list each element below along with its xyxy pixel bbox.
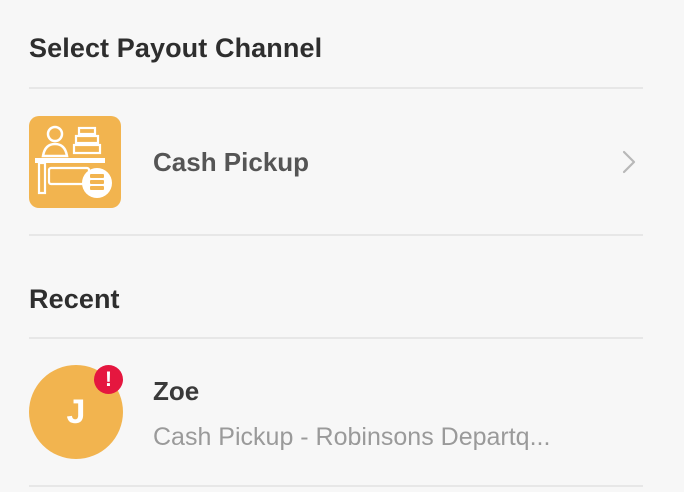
payout-channel-screen: Select Payout Channel Cash Pickup Recent… bbox=[0, 0, 684, 492]
payout-channel-item-cash-pickup[interactable]: Cash Pickup bbox=[0, 89, 684, 234]
recent-recipient-item[interactable]: J ! Zoe Cash Pickup - Robinsons Departq.… bbox=[0, 339, 684, 485]
recipient-name: Zoe bbox=[153, 376, 200, 406]
section-title-payout-channel: Select Payout Channel bbox=[29, 33, 323, 63]
alert-icon: ! bbox=[94, 365, 123, 394]
channel-label: Cash Pickup bbox=[153, 147, 310, 177]
section-title-recent: Recent bbox=[29, 284, 120, 314]
divider bbox=[29, 485, 643, 487]
cash-pickup-icon bbox=[29, 116, 121, 208]
chevron-right-icon bbox=[622, 150, 636, 174]
divider bbox=[29, 234, 643, 236]
recipient-payout-detail: Cash Pickup - Robinsons Departq... bbox=[153, 423, 551, 451]
